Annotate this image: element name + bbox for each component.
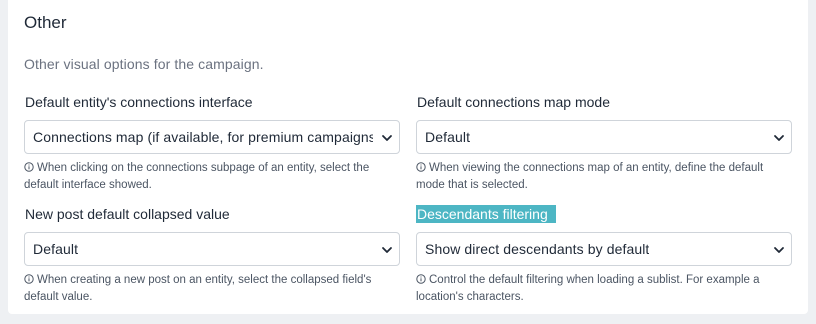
descendants-filtering-select[interactable]: Show direct descendants by default (416, 232, 792, 266)
field-help-text: When creating a new post on an entity, s… (24, 274, 372, 303)
field-label: Default connections map mode (417, 94, 610, 110)
field-label: New post default collapsed value (25, 206, 230, 222)
section-description: Other visual options for the campaign. (24, 56, 264, 72)
field-help-text: Control the default filtering when loadi… (416, 274, 760, 303)
chevron-down-icon (774, 247, 784, 253)
field-label-highlighted: Descendants filtering (416, 205, 556, 223)
field-connections-interface: Default entity's connections interface C… (24, 93, 400, 194)
select-value: Show direct descendants by default (425, 241, 650, 257)
connections-map-mode-select[interactable]: Default (416, 120, 792, 154)
info-circle-icon (24, 274, 34, 284)
connections-interface-select[interactable]: Connections map (if available, for premi… (24, 120, 400, 154)
field-help: When viewing the connections map of an e… (416, 160, 792, 194)
select-value: Default (33, 241, 79, 257)
info-circle-icon (416, 162, 426, 172)
chevron-down-icon (774, 135, 784, 141)
chevron-down-icon (382, 135, 392, 141)
post-collapsed-select[interactable]: Default (24, 232, 400, 266)
info-circle-icon (24, 162, 34, 172)
section-title: Other (24, 13, 67, 32)
field-help: When clicking on the connections subpage… (24, 160, 400, 194)
field-connections-map-mode: Default connections map mode Default Whe… (416, 93, 792, 194)
field-label: Default entity's connections interface (25, 94, 253, 110)
select-value: Connections map (if available, for premi… (33, 129, 373, 145)
field-help: Control the default filtering when loadi… (416, 272, 792, 306)
field-help-text: When viewing the connections map of an e… (416, 162, 764, 191)
chevron-down-icon (382, 247, 392, 253)
field-help: When creating a new post on an entity, s… (24, 272, 400, 306)
field-post-collapsed: New post default collapsed value Default… (24, 205, 400, 306)
field-descendants-filtering: Descendants filtering Show direct descen… (416, 205, 792, 306)
select-value: Default (425, 129, 471, 145)
info-circle-icon (416, 274, 426, 284)
field-help-text: When clicking on the connections subpage… (24, 162, 370, 191)
settings-card: Other Other visual options for the campa… (8, 0, 808, 314)
